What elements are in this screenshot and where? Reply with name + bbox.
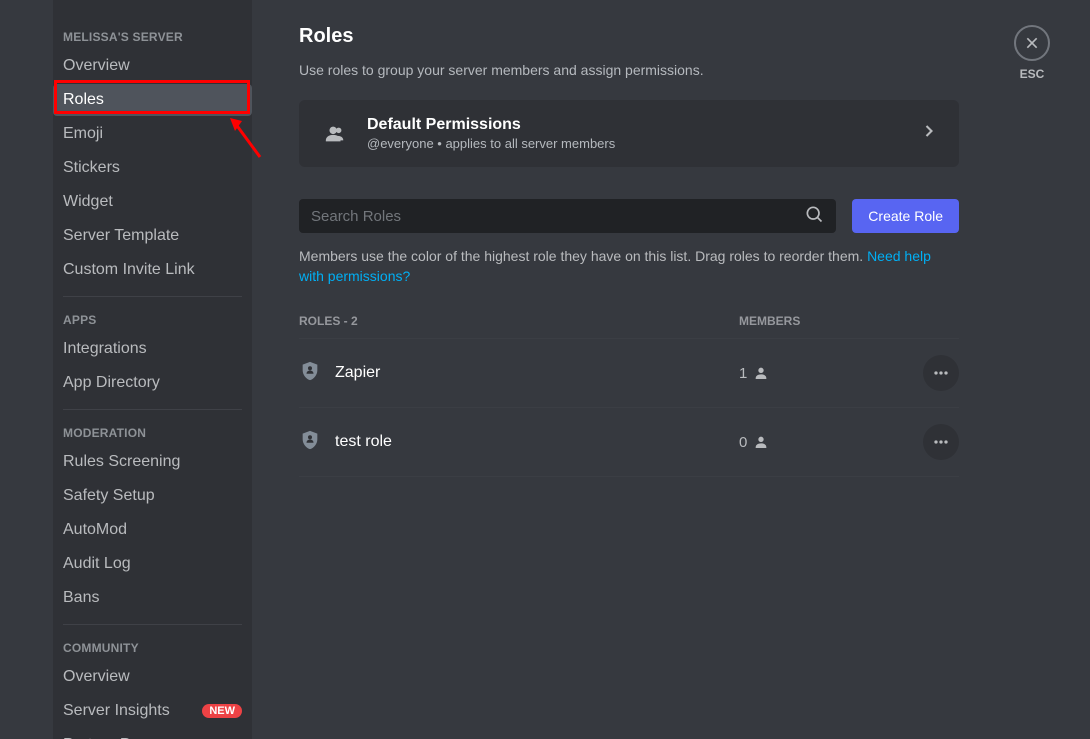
- header-members: MEMBERS: [739, 314, 839, 328]
- members-icon: [319, 118, 351, 150]
- role-member-count: 0: [739, 434, 839, 451]
- sidebar-item-roles[interactable]: Roles: [53, 84, 252, 116]
- sidebar-item-label: AutoMod: [63, 521, 127, 539]
- sidebar-item-community-overview[interactable]: Overview: [53, 661, 252, 693]
- sidebar-item-emoji[interactable]: Emoji: [53, 118, 252, 150]
- sidebar-item-label: Bans: [63, 589, 99, 607]
- sidebar-item-safety[interactable]: Safety Setup: [53, 480, 252, 512]
- settings-sidebar: MELISSA'S SERVER Overview Roles Emoji St…: [53, 0, 252, 739]
- left-gutter: [0, 0, 53, 739]
- close-section: ESC: [1014, 25, 1050, 81]
- sidebar-item-bans[interactable]: Bans: [53, 582, 252, 614]
- nav-divider: [63, 624, 242, 625]
- section-header-server: MELISSA'S SERVER: [53, 22, 252, 48]
- sidebar-item-integrations[interactable]: Integrations: [53, 333, 252, 365]
- close-icon: [1024, 35, 1040, 51]
- role-row[interactable]: Zapier 1: [299, 338, 959, 407]
- page-subtitle: Use roles to group your server members a…: [299, 62, 959, 78]
- sidebar-item-widget[interactable]: Widget: [53, 186, 252, 218]
- hint-text: Members use the color of the highest rol…: [299, 247, 959, 286]
- search-box[interactable]: [299, 199, 836, 233]
- sidebar-item-label: Roles: [63, 91, 104, 109]
- sidebar-item-overview[interactable]: Overview: [53, 50, 252, 82]
- header-roles-count: ROLES - 2: [299, 314, 739, 328]
- sidebar-item-label: Overview: [63, 57, 130, 75]
- role-row[interactable]: test role 0: [299, 407, 959, 477]
- sidebar-item-label: Safety Setup: [63, 487, 155, 505]
- sidebar-item-label: App Directory: [63, 374, 160, 392]
- create-role-button[interactable]: Create Role: [852, 199, 959, 233]
- page-title: Roles: [299, 25, 959, 48]
- sidebar-item-directory[interactable]: App Directory: [53, 367, 252, 399]
- sidebar-item-template[interactable]: Server Template: [53, 220, 252, 252]
- sidebar-item-partner[interactable]: Partner Program: [53, 729, 252, 739]
- sidebar-item-label: Server Insights: [63, 702, 170, 720]
- role-name: Zapier: [335, 364, 739, 382]
- dots-icon: [931, 432, 951, 452]
- nav-divider: [63, 409, 242, 410]
- default-permissions-subtitle: @everyone • applies to all server member…: [367, 136, 903, 151]
- role-member-count: 1: [739, 365, 839, 382]
- role-name: test role: [335, 433, 739, 451]
- person-icon: [753, 365, 769, 381]
- more-options-button[interactable]: [923, 424, 959, 460]
- sidebar-item-label: Rules Screening: [63, 453, 180, 471]
- sidebar-item-label: Emoji: [63, 125, 103, 143]
- sidebar-item-invite[interactable]: Custom Invite Link: [53, 254, 252, 286]
- close-button[interactable]: [1014, 25, 1050, 61]
- shield-icon: [299, 429, 321, 456]
- search-input[interactable]: [311, 208, 804, 225]
- sidebar-item-label: Custom Invite Link: [63, 261, 195, 279]
- sidebar-item-label: Server Template: [63, 227, 179, 245]
- main-content: Roles Use roles to group your server mem…: [252, 0, 1090, 739]
- default-permissions-card[interactable]: Default Permissions @everyone • applies …: [299, 100, 959, 167]
- section-header-community: COMMUNITY: [53, 633, 252, 659]
- search-icon: [804, 204, 824, 229]
- new-badge: NEW: [202, 704, 242, 718]
- sidebar-item-label: Widget: [63, 193, 113, 211]
- sidebar-item-label: Audit Log: [63, 555, 131, 573]
- sidebar-item-audit[interactable]: Audit Log: [53, 548, 252, 580]
- person-icon: [753, 434, 769, 450]
- sidebar-item-insights[interactable]: Server Insights NEW: [53, 695, 252, 727]
- chevron-right-icon: [919, 121, 939, 146]
- section-header-moderation: MODERATION: [53, 418, 252, 444]
- sidebar-item-automod[interactable]: AutoMod: [53, 514, 252, 546]
- close-label: ESC: [1020, 67, 1045, 81]
- sidebar-item-label: Stickers: [63, 159, 120, 177]
- sidebar-item-label: Overview: [63, 668, 130, 686]
- roles-table-header: ROLES - 2 MEMBERS: [299, 314, 959, 338]
- default-permissions-title: Default Permissions: [367, 116, 903, 134]
- more-options-button[interactable]: [923, 355, 959, 391]
- sidebar-item-stickers[interactable]: Stickers: [53, 152, 252, 184]
- sidebar-item-rules[interactable]: Rules Screening: [53, 446, 252, 478]
- dots-icon: [931, 363, 951, 383]
- nav-divider: [63, 296, 242, 297]
- section-header-apps: APPS: [53, 305, 252, 331]
- shield-icon: [299, 360, 321, 387]
- sidebar-item-label: Integrations: [63, 340, 147, 358]
